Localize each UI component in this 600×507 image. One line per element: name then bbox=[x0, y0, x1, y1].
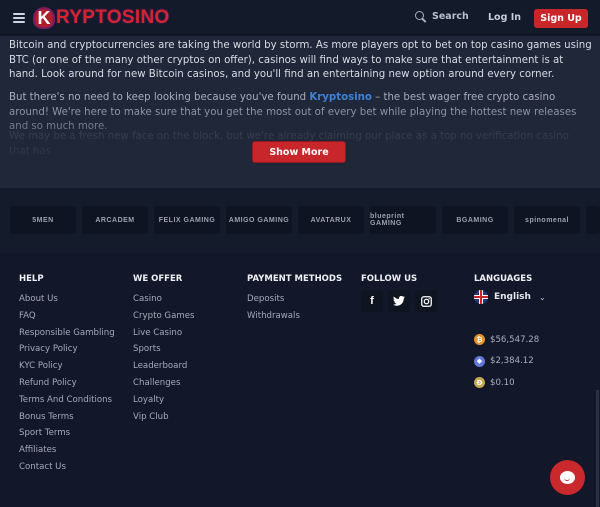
site-footer: HELP About Us FAQ Responsible Gambling P… bbox=[0, 253, 600, 507]
footer-link-loyalty[interactable]: Loyalty bbox=[133, 393, 195, 410]
footer-link-responsible-gambling[interactable]: Responsible Gambling bbox=[19, 326, 115, 343]
uk-flag-icon bbox=[474, 290, 488, 304]
footer-link-sports[interactable]: Sports bbox=[133, 342, 195, 359]
language-label: English bbox=[494, 292, 531, 302]
intro-paragraph-1: Bitcoin and cryptocurrencies are taking … bbox=[9, 40, 592, 80]
footer-link-deposits[interactable]: Deposits bbox=[247, 292, 342, 309]
chat-bubble-icon bbox=[560, 471, 575, 484]
search-label: Search bbox=[432, 11, 469, 22]
offer-heading: WE OFFER bbox=[133, 274, 183, 284]
game-providers-strip: 5MEN ARCADEM FELIX GAMING AMIGO GAMING A… bbox=[0, 188, 600, 253]
ethereum-icon: ◆ bbox=[474, 355, 485, 367]
footer-link-bonus-terms[interactable]: Bonus Terms bbox=[19, 410, 115, 427]
facebook-icon[interactable]: f bbox=[361, 290, 383, 312]
footer-link-casino[interactable]: Casino bbox=[133, 292, 195, 309]
provider-logo[interactable]: ARCADEM bbox=[82, 206, 148, 234]
language-selector[interactable]: English ⌄ bbox=[474, 290, 546, 304]
top-navbar: K RYPTOSINO Search Log In Sign Up bbox=[0, 0, 600, 35]
kryptosino-logo[interactable]: K RYPTOSINO bbox=[33, 5, 170, 31]
footer-link-refund-policy[interactable]: Refund Policy bbox=[19, 376, 115, 393]
footer-link-challenges[interactable]: Challenges bbox=[133, 376, 195, 393]
footer-help-column: HELP About Us FAQ Responsible Gambling P… bbox=[19, 274, 115, 477]
page-scrollbar[interactable] bbox=[596, 390, 599, 507]
provider-logo[interactable]: AMIGO GAMING bbox=[226, 206, 292, 234]
footer-link-sport-terms[interactable]: Sport Terms bbox=[19, 426, 115, 443]
footer-payment-column: PAYMENT METHODS Deposits Withdrawals bbox=[247, 274, 342, 326]
social-links: f bbox=[361, 290, 437, 312]
footer-link-leaderboard[interactable]: Leaderboard bbox=[133, 359, 195, 376]
footer-link-affiliates[interactable]: Affiliates bbox=[19, 443, 115, 460]
logo-mark: K bbox=[33, 7, 55, 29]
provider-logo-partial[interactable] bbox=[586, 206, 600, 234]
price-ticker-doge: Ð $0.10 bbox=[474, 372, 546, 394]
provider-logo[interactable]: 5MEN bbox=[10, 206, 76, 234]
footer-follow-column: FOLLOW US f bbox=[361, 274, 437, 312]
twitter-icon[interactable] bbox=[388, 290, 410, 312]
chevron-down-icon: ⌄ bbox=[538, 292, 546, 302]
follow-heading: FOLLOW US bbox=[361, 274, 418, 284]
search-icon bbox=[415, 11, 426, 22]
doge-price: $0.10 bbox=[490, 377, 515, 388]
footer-link-privacy-policy[interactable]: Privacy Policy bbox=[19, 342, 115, 359]
footer-link-kyc-policy[interactable]: KYC Policy bbox=[19, 359, 115, 376]
footer-link-withdrawals[interactable]: Withdrawals bbox=[247, 309, 342, 326]
signup-button[interactable]: Sign Up bbox=[534, 9, 588, 28]
footer-link-about-us[interactable]: About Us bbox=[19, 292, 115, 309]
help-heading: HELP bbox=[19, 274, 44, 284]
provider-logo[interactable]: FELIX GAMING bbox=[154, 206, 220, 234]
btc-price: $56,547.28 bbox=[490, 334, 540, 345]
footer-link-faq[interactable]: FAQ bbox=[19, 309, 115, 326]
footer-language-column: LANGUAGES English ⌄ ₿ $56,547.28 ◆ $2,38… bbox=[474, 274, 546, 394]
instagram-icon[interactable] bbox=[415, 290, 437, 312]
price-ticker-eth: ◆ $2,384.12 bbox=[474, 351, 546, 373]
seo-intro-section: Bitcoin and cryptocurrencies are taking … bbox=[0, 36, 600, 188]
search-button[interactable]: Search bbox=[415, 11, 469, 22]
provider-logo[interactable]: spinomenal bbox=[514, 206, 580, 234]
price-ticker-btc: ₿ $56,547.28 bbox=[474, 329, 546, 351]
footer-link-contact-us[interactable]: Contact Us bbox=[19, 460, 115, 477]
footer-link-live-casino[interactable]: Live Casino bbox=[133, 326, 195, 343]
provider-logo[interactable]: AVATARUX bbox=[298, 206, 364, 234]
eth-price: $2,384.12 bbox=[490, 356, 534, 367]
provider-logo[interactable]: BGAMING bbox=[442, 206, 508, 234]
menu-hamburger-icon[interactable] bbox=[13, 13, 25, 23]
bitcoin-icon: ₿ bbox=[474, 334, 485, 346]
footer-link-vip-club[interactable]: Vip Club bbox=[133, 410, 195, 427]
dogecoin-icon: Ð bbox=[474, 377, 485, 389]
footer-link-crypto-games[interactable]: Crypto Games bbox=[133, 309, 195, 326]
logo-text: RYPTOSINO bbox=[56, 7, 170, 28]
payment-heading: PAYMENT METHODS bbox=[247, 274, 343, 284]
footer-link-terms[interactable]: Terms And Conditions bbox=[19, 393, 115, 410]
show-more-button[interactable]: Show More bbox=[252, 141, 346, 163]
footer-offer-column: WE OFFER Casino Crypto Games Live Casino… bbox=[133, 274, 195, 426]
languages-heading: LANGUAGES bbox=[474, 274, 533, 284]
provider-logo[interactable]: blueprint GAMING bbox=[370, 206, 436, 234]
live-chat-button[interactable] bbox=[550, 460, 585, 495]
login-button[interactable]: Log In bbox=[488, 12, 521, 23]
